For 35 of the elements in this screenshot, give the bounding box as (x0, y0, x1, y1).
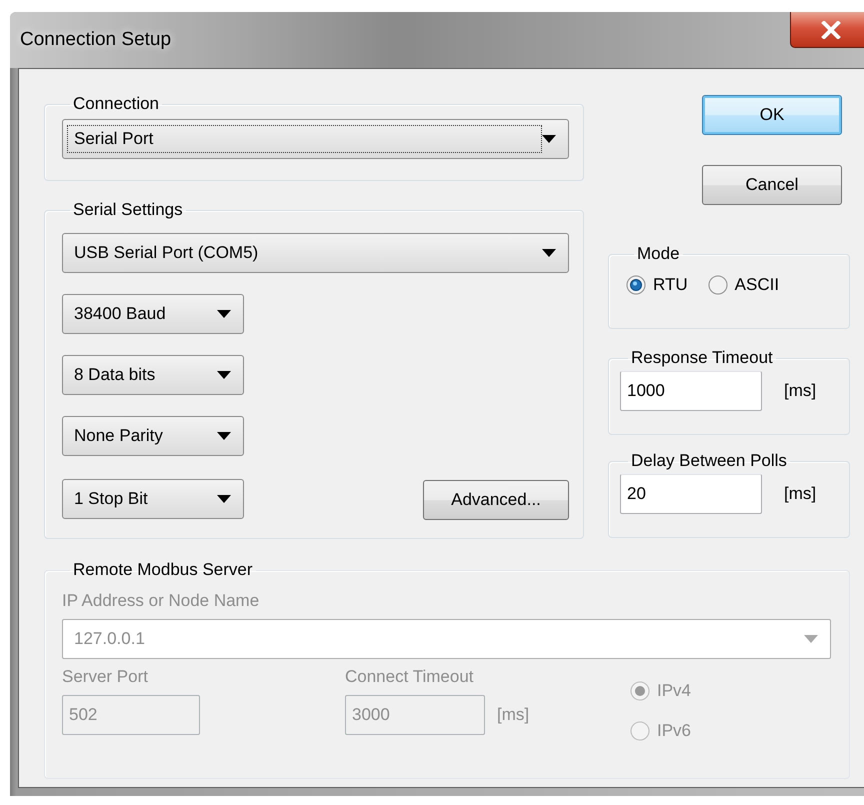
radio-option[interactable]: RTU (626, 275, 688, 295)
close-button[interactable] (790, 12, 864, 48)
caret-icon (217, 310, 231, 318)
field-label: Connect Timeout (345, 667, 475, 687)
connection-dropdown[interactable]: Serial Port (62, 119, 569, 159)
unit-label: [ms] (784, 484, 816, 504)
settings-dropdown[interactable]: 38400 Baud (62, 294, 244, 334)
caret-icon (542, 135, 556, 143)
port-dropdown[interactable]: USB Serial Port (COM5) (62, 233, 569, 273)
group-label: Serial Settings (72, 199, 184, 221)
unit-label: [ms] (784, 381, 816, 401)
window-title: Connection Setup (20, 29, 172, 51)
caret-icon (217, 432, 231, 440)
group-label: Response Timeout (630, 347, 774, 369)
caret-icon (217, 371, 231, 379)
close-icon (821, 20, 841, 38)
settings-dropdown[interactable]: 8 Data bits (62, 355, 244, 395)
group-label: Remote Modbus Server (72, 559, 254, 581)
field-label: IP Address or Node Name (62, 590, 260, 612)
settings-dropdown[interactable]: 1 Stop Bit (62, 478, 244, 518)
input-field[interactable]: 1000 (620, 371, 762, 411)
input-field[interactable]: 20 (620, 474, 762, 514)
caret-icon (804, 635, 818, 643)
caret-icon (217, 494, 231, 502)
group-label: Connection (72, 93, 160, 115)
cancel-button[interactable]: Cancel (702, 165, 842, 205)
caret-icon (542, 249, 556, 257)
settings-dropdown[interactable]: None Parity (62, 416, 244, 456)
group-label: Delay Between Polls (630, 450, 788, 472)
advanced-button[interactable]: Advanced... (423, 480, 569, 520)
ok-button[interactable]: OK (702, 95, 842, 135)
field-label: Server Port (62, 667, 149, 687)
radio-option[interactable]: ASCII (708, 275, 780, 295)
unit-label: [ms] (497, 705, 530, 725)
group-label: Mode (636, 243, 681, 265)
